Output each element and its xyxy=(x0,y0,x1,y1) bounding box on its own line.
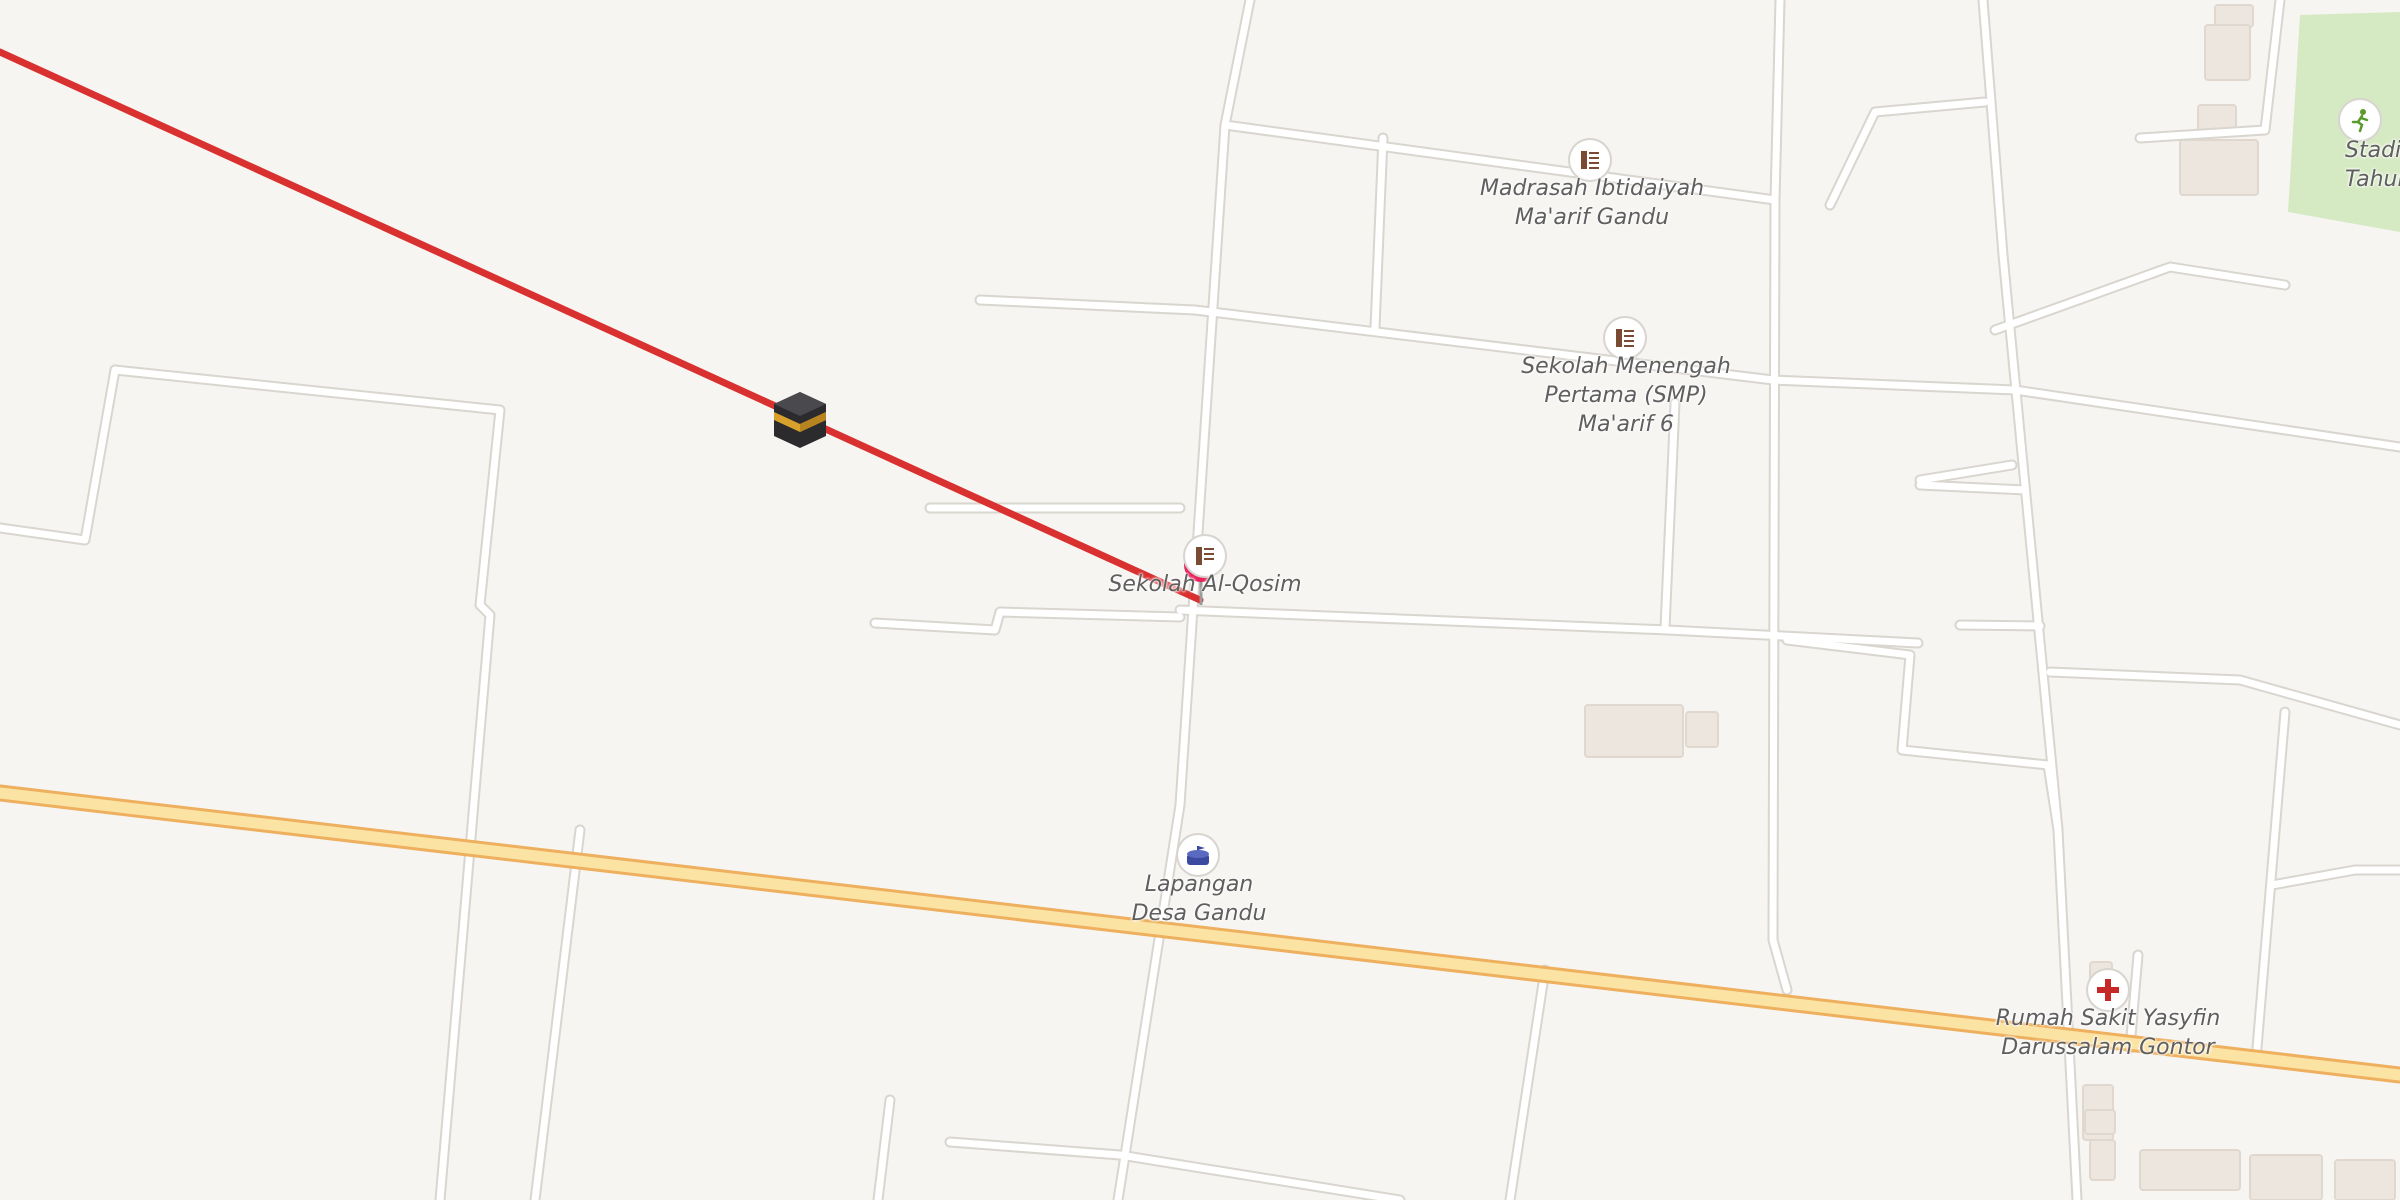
kaaba-icon[interactable] xyxy=(774,392,826,448)
lapangan-label[interactable]: Lapangan Desa Gandu xyxy=(1132,870,1267,928)
stadium-label[interactable]: Stadium 9 Tahun Gont xyxy=(2345,136,2400,194)
qibla-direction-line xyxy=(0,48,1204,604)
running-person-icon[interactable] xyxy=(2340,100,2380,140)
sekolah-al-qosim-label[interactable]: Sekolah Al-Qosim xyxy=(1108,570,1301,599)
map-view[interactable]: Madrasah Ibtidaiyah Ma'arif Gandu Sekola… xyxy=(0,0,2400,1200)
sports-field-icon[interactable] xyxy=(1178,835,1218,875)
smp-label[interactable]: Sekolah Menengah Pertama (SMP) Ma'arif 6 xyxy=(1521,352,1731,439)
rumah-sakit-label[interactable]: Rumah Sakit Yasyfin Darussalam Gontor xyxy=(1996,1004,2221,1062)
madrasah-label[interactable]: Madrasah Ibtidaiyah Ma'arif Gandu xyxy=(1480,174,1704,232)
